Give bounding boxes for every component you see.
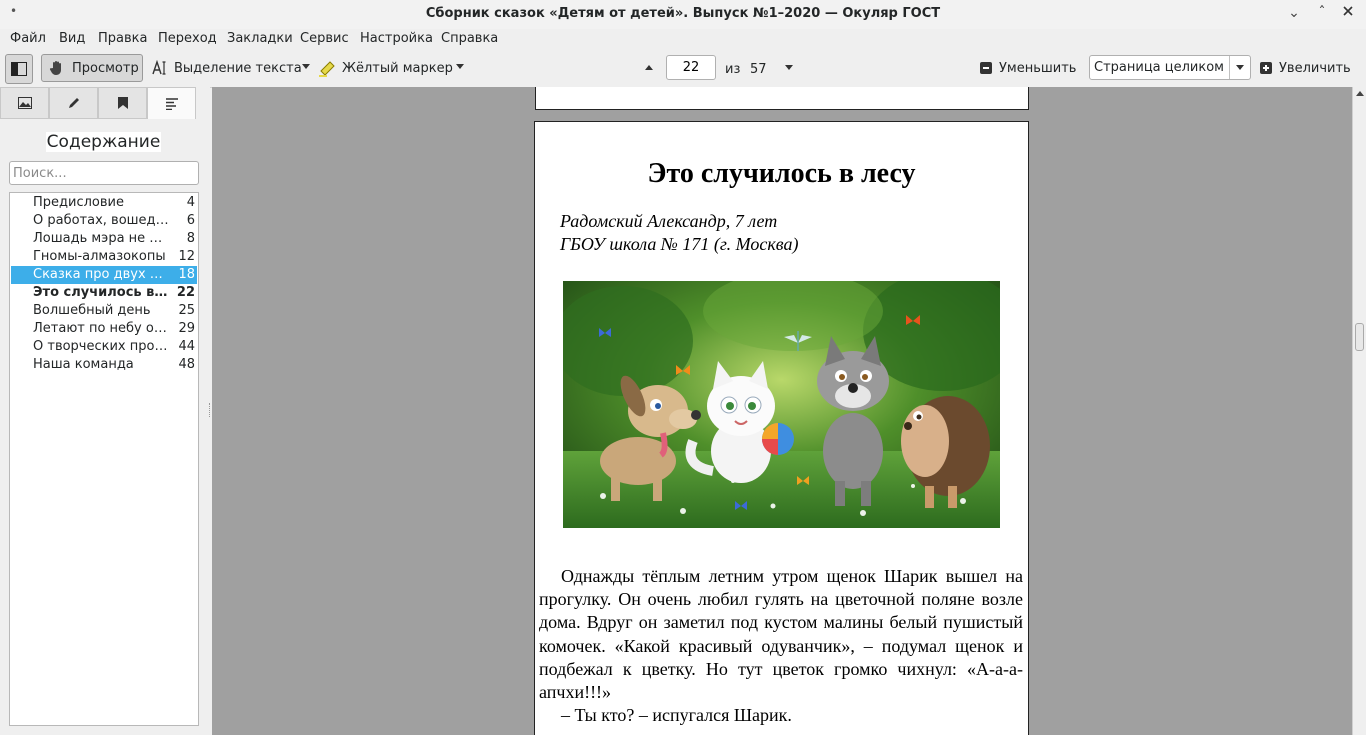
toc-item[interactable]: О творческих программах44 bbox=[11, 338, 197, 356]
author-name: Радомский Александр, 7 лет bbox=[560, 211, 778, 231]
sidebar-icon bbox=[11, 62, 27, 76]
page-number-input[interactable] bbox=[666, 55, 716, 80]
page-total: 57 bbox=[750, 62, 767, 77]
zoom-out-icon bbox=[980, 62, 992, 74]
document-page: Это случилось в лесу Радомский Александр… bbox=[534, 121, 1029, 735]
story-title: Это случилось в лесу bbox=[647, 158, 916, 189]
zoom-mode-select[interactable]: Страница целиком bbox=[1089, 55, 1251, 80]
menu-help[interactable]: Справка bbox=[441, 31, 498, 46]
toc-item[interactable]: Гномы-алмазокопы 12 bbox=[11, 248, 197, 266]
story-paragraph: – Ты кто? – испугался Шарик. bbox=[561, 705, 792, 726]
zoom-out-button[interactable]: Уменьшить bbox=[980, 54, 1076, 82]
story-paragraph: Однажды тёплым летним утром щенок Шарик … bbox=[539, 566, 1023, 703]
zoom-in-label: Увеличить bbox=[1279, 60, 1351, 76]
table-of-contents: Предисловие4 О работах, вошедших в сборн… bbox=[9, 192, 199, 726]
marker-dropdown-arrow[interactable] bbox=[456, 64, 464, 69]
toc-item[interactable]: Предисловие 4 bbox=[11, 194, 197, 212]
author-info: Радомский Александр, 7 лет ГБОУ школа № … bbox=[560, 210, 798, 256]
close-window-button[interactable] bbox=[1338, 4, 1358, 24]
marker-label: Жёлтый маркер bbox=[342, 60, 453, 76]
contents-title: Содержание bbox=[45, 132, 162, 152]
scroll-up-icon[interactable] bbox=[1356, 91, 1364, 96]
toc-item[interactable]: Волшебный день 25 bbox=[11, 302, 197, 320]
toc-item[interactable]: Наша команда 48 bbox=[11, 356, 197, 374]
zoom-in-icon bbox=[1260, 62, 1272, 74]
bookmarks-icon bbox=[117, 97, 128, 109]
chevron-down-icon[interactable] bbox=[1229, 56, 1250, 79]
tab-annotations[interactable] bbox=[49, 87, 98, 119]
scrollbar-thumb[interactable] bbox=[1355, 323, 1364, 351]
tab-thumbnails[interactable] bbox=[0, 87, 49, 119]
menu-view[interactable]: Вид bbox=[59, 31, 85, 46]
contents-icon bbox=[165, 97, 178, 110]
text-select-icon bbox=[152, 60, 166, 75]
toc-item-current[interactable]: Это случилось в лесу22 bbox=[11, 284, 197, 302]
highlighter-icon bbox=[319, 61, 335, 77]
sidebar-tabs bbox=[0, 87, 210, 119]
previous-page-icon[interactable] bbox=[645, 65, 653, 70]
document-view[interactable]: Это случилось в лесу Радомский Александр… bbox=[212, 87, 1352, 735]
zoom-in-button[interactable]: Увеличить bbox=[1260, 54, 1351, 82]
menu-go[interactable]: Переход bbox=[158, 31, 217, 46]
zoom-out-label: Уменьшить bbox=[999, 60, 1077, 76]
page-of-label: из bbox=[725, 62, 741, 77]
title-bar: • Сборник сказок «Детям от детей». Выпус… bbox=[0, 0, 1366, 29]
menu-file[interactable]: Файл bbox=[10, 31, 46, 46]
author-school: ГБОУ школа № 171 (г. Москва) bbox=[560, 234, 799, 254]
close-icon bbox=[1343, 6, 1353, 16]
annotation-tools-dropdown-arrow[interactable] bbox=[302, 64, 310, 69]
tab-bookmarks[interactable] bbox=[98, 87, 147, 119]
menu-bookmarks[interactable]: Закладки bbox=[227, 31, 293, 46]
browse-tool-button[interactable]: Просмотр bbox=[41, 54, 143, 82]
toc-item[interactable]: Лошадь мэра не виновата8 bbox=[11, 230, 197, 248]
menu-edit[interactable]: Правка bbox=[98, 31, 147, 46]
window-title: Сборник сказок «Детям от детей». Выпуск … bbox=[425, 6, 941, 21]
hand-icon bbox=[49, 61, 61, 75]
story-illustration bbox=[563, 281, 1000, 528]
toc-item[interactable]: О работах, вошедших в сборник6 bbox=[11, 212, 197, 230]
thumbnails-icon bbox=[17, 97, 32, 109]
menu-bar: Файл Вид Правка Переход Закладки Сервис … bbox=[0, 29, 1366, 50]
sidebar: Содержание Предисловие4 О работах, вошед… bbox=[0, 87, 210, 735]
toc-item[interactable]: Летают по небу олени29 bbox=[11, 320, 197, 338]
zoom-mode-value: Страница целиком bbox=[1094, 60, 1224, 75]
yellow-marker-button[interactable]: Жёлтый маркер bbox=[318, 54, 453, 82]
main-toolbar: Просмотр Выделение текста Жёлтый маркер … bbox=[0, 50, 1366, 88]
browse-label: Просмотр bbox=[72, 60, 139, 76]
tab-contents[interactable] bbox=[147, 87, 196, 119]
maximize-icon[interactable]: ˆ bbox=[1312, 4, 1332, 24]
next-page-icon[interactable] bbox=[785, 65, 793, 70]
menu-tools[interactable]: Сервис bbox=[300, 31, 349, 46]
previous-page-bottom bbox=[535, 87, 1029, 110]
select-label: Выделение текста bbox=[174, 60, 302, 76]
menu-settings[interactable]: Настройка bbox=[360, 31, 433, 46]
toggle-sidebar-button[interactable] bbox=[5, 54, 33, 84]
contents-search-input[interactable] bbox=[9, 161, 199, 185]
annotations-icon bbox=[68, 98, 79, 108]
vertical-scrollbar[interactable] bbox=[1352, 87, 1366, 735]
toc-item-selected[interactable]: Сказка про двух маленьких друзей18 bbox=[11, 266, 197, 284]
minimize-icon[interactable]: ⌄ bbox=[1284, 4, 1304, 24]
text-select-tool-button[interactable]: Выделение текста bbox=[152, 54, 302, 82]
story-text: Однажды тёплым летним утром щенок Шарик … bbox=[539, 565, 1023, 727]
